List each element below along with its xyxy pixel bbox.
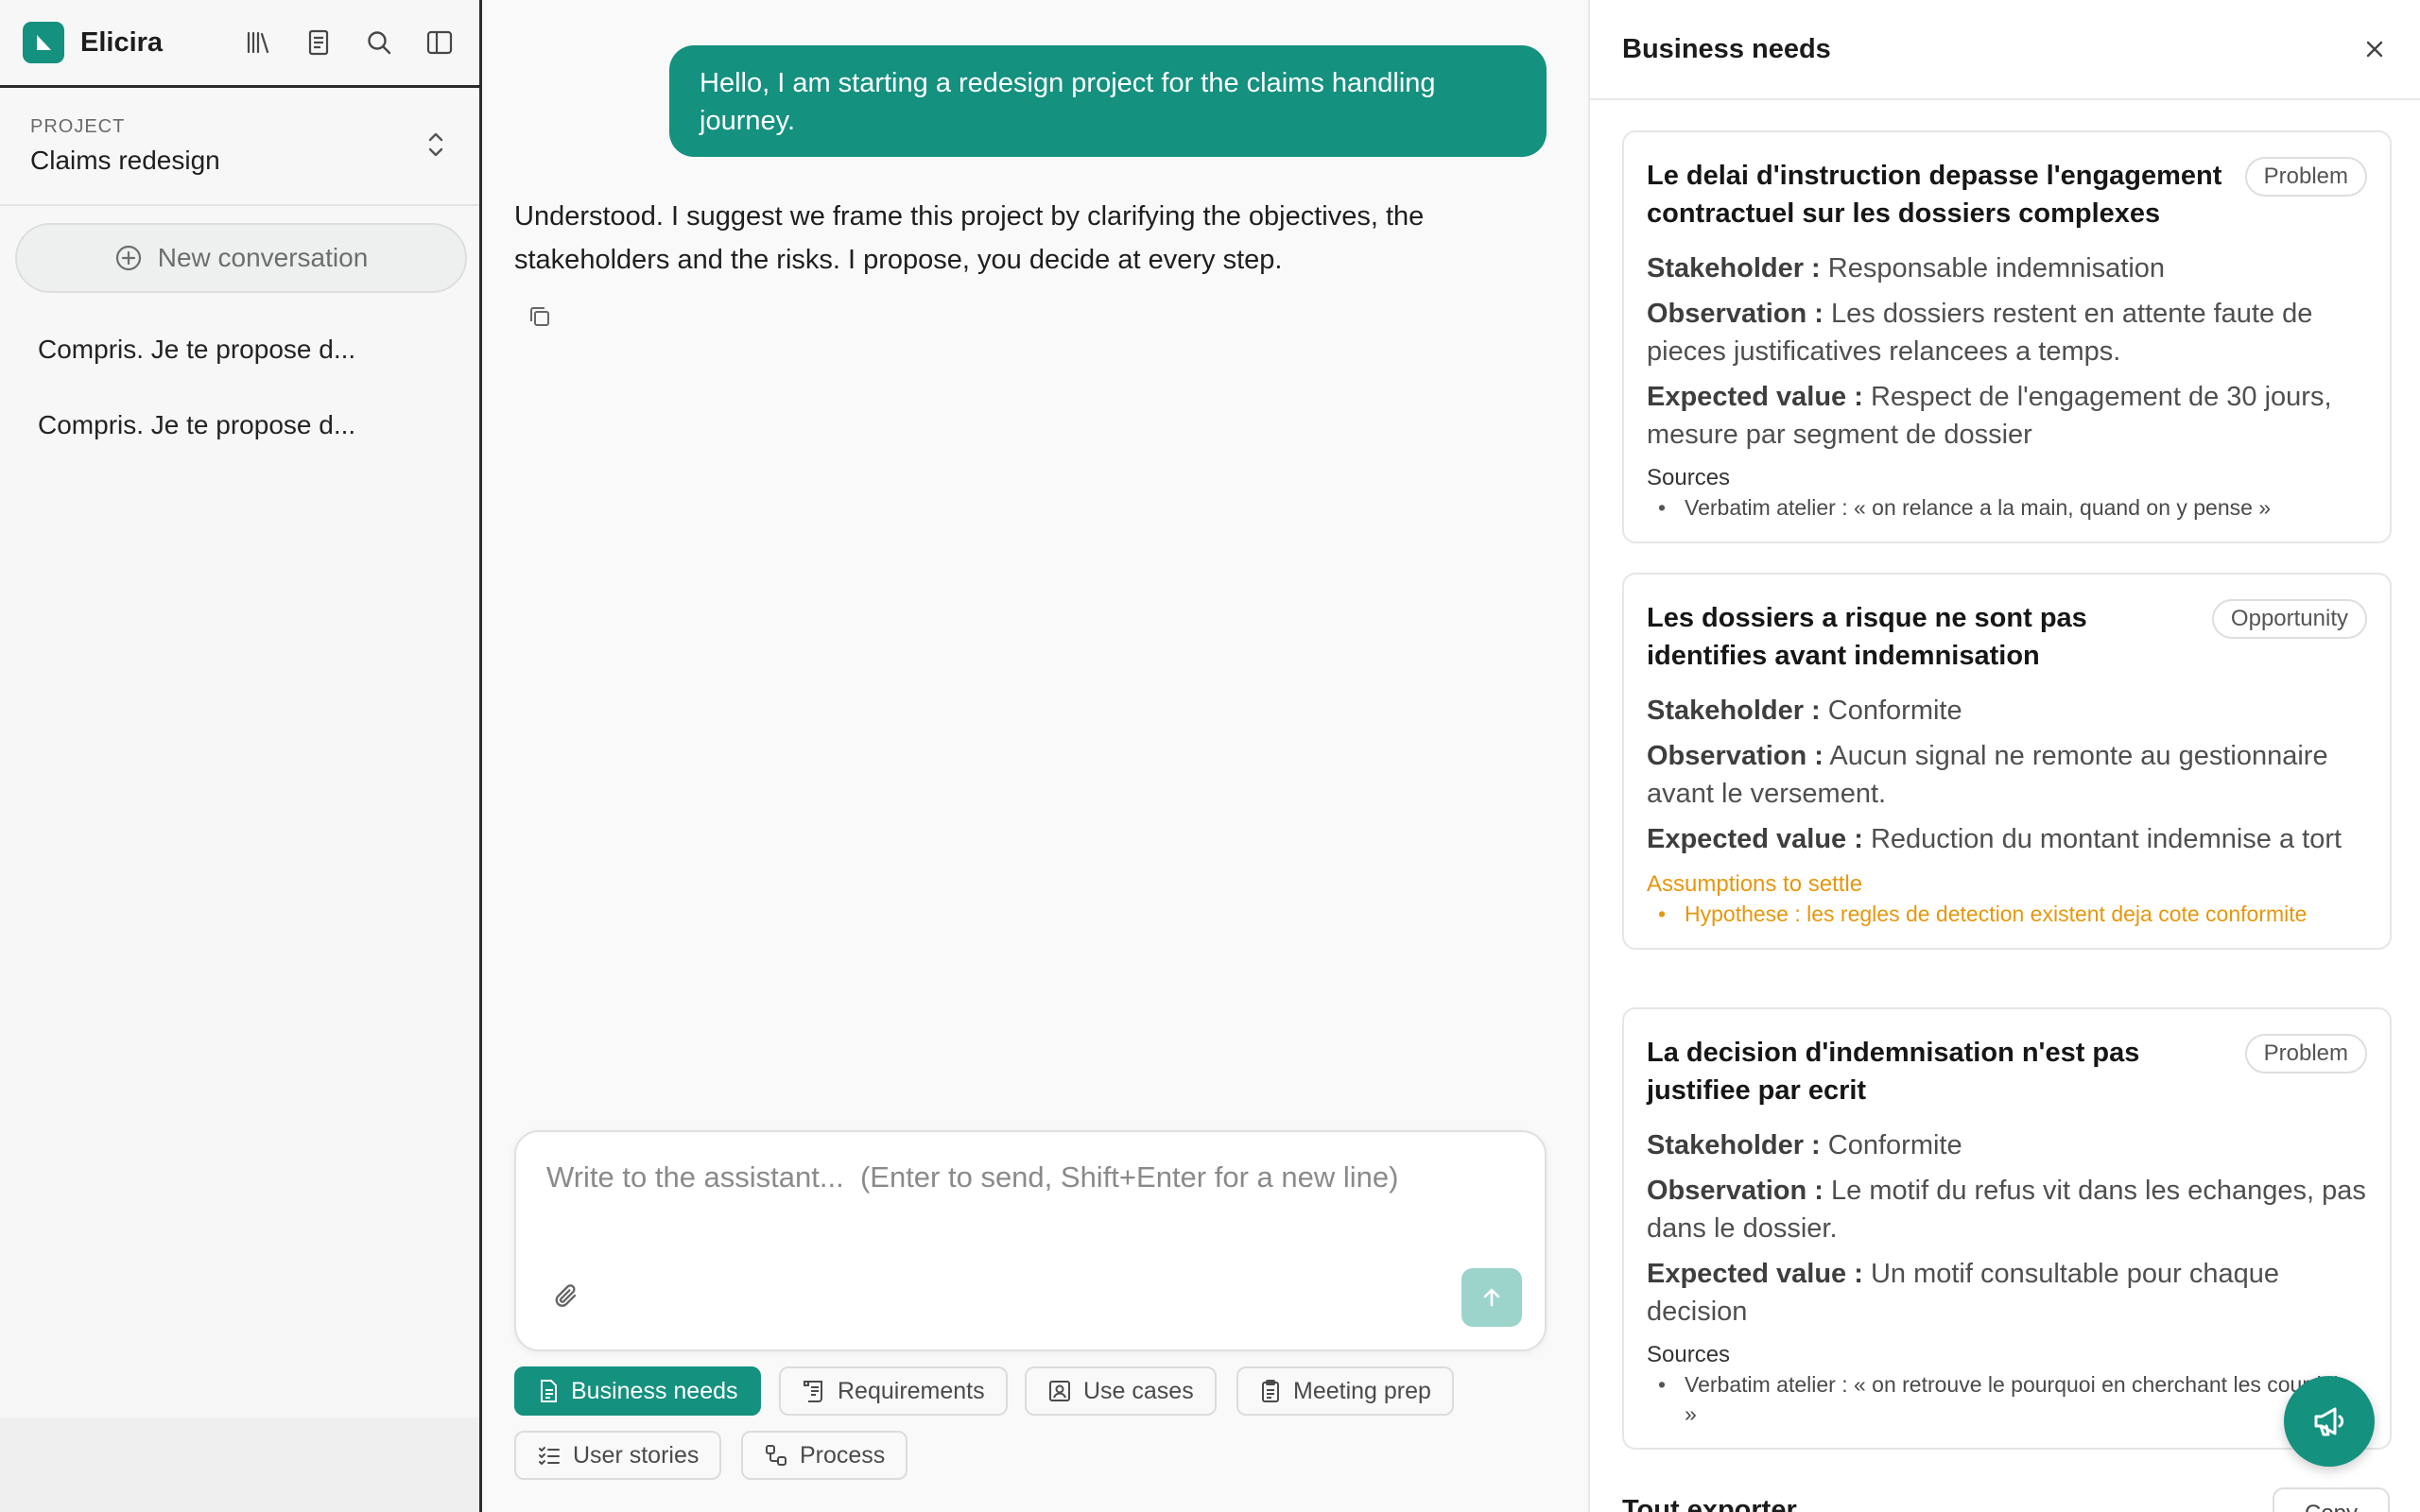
notes-icon[interactable] <box>303 27 334 58</box>
panel-header: Business needs <box>1590 0 2420 100</box>
user-card-icon <box>1049 1381 1070 1401</box>
card-title: Les dossiers a risque ne sont pas identi… <box>1647 603 2087 671</box>
expected-value-field: Expected value : Respect de l'engagement… <box>1647 378 2367 454</box>
document-icon <box>541 1380 557 1402</box>
megaphone-icon <box>2314 1407 2344 1436</box>
field-key: Observation : <box>1647 1176 1824 1206</box>
expected-value-field: Expected value : Reduction du montant in… <box>1647 820 2367 858</box>
field-key: Expected value : <box>1647 824 1863 854</box>
card-title: La decision d'indemnisation n'est pas ju… <box>1647 1038 2140 1106</box>
chip-user-stories[interactable]: User stories <box>514 1431 722 1480</box>
chip-process[interactable]: Process <box>741 1431 908 1480</box>
message-input[interactable] <box>516 1132 1545 1274</box>
field-key: Expected value : <box>1647 382 1863 412</box>
expected-value-field: Expected value : Un motif consultable po… <box>1647 1255 2367 1331</box>
chip-label: Requirements <box>838 1377 985 1404</box>
user-message: Hello, I am starting a redesign project … <box>669 45 1547 157</box>
chat-area: Hello, I am starting a redesign project … <box>485 0 1588 1512</box>
new-conversation-label: New conversation <box>157 243 369 272</box>
new-conversation-button[interactable]: New conversation <box>15 223 467 293</box>
composer <box>514 1130 1547 1351</box>
field-key: Observation : <box>1647 299 1824 329</box>
app-logo <box>23 22 64 63</box>
conversation-item[interactable]: Compris. Je te propose d... <box>38 410 355 440</box>
chip-use-cases[interactable]: Use cases <box>1025 1366 1217 1416</box>
arrow-up-icon <box>1483 1288 1500 1307</box>
stakeholder-field: Stakeholder : Responsable indemnisation <box>1647 249 2367 287</box>
library-icon[interactable] <box>243 27 273 58</box>
close-icon[interactable] <box>2361 36 2388 62</box>
project-name: Claims redesign <box>30 146 220 175</box>
assumption-item: Hypothese : les regles de detection exis… <box>1647 900 2367 929</box>
observation-field: Observation : Le motif du refus vit dans… <box>1647 1172 2367 1247</box>
business-need-card: Les dossiers a risque ne sont pas identi… <box>1622 573 2392 950</box>
export-title: Tout exporter <box>1622 1495 1797 1512</box>
stakeholder-field: Stakeholder : Conformite <box>1647 1126 2367 1164</box>
chip-meeting-prep[interactable]: Meeting prep <box>1236 1366 1454 1416</box>
paperclip-icon[interactable] <box>552 1281 582 1312</box>
chip-label: Use cases <box>1083 1377 1194 1404</box>
chip-label: Meeting prep <box>1293 1377 1431 1404</box>
checklist-icon <box>539 1447 560 1466</box>
assumptions-label: Assumptions to settle <box>1647 871 1863 897</box>
status-badge: Problem <box>2244 157 2367 197</box>
field-value: Conformite <box>1827 1130 1962 1160</box>
field-key: Stakeholder : <box>1647 253 1821 284</box>
sidebar-footer <box>0 1418 479 1512</box>
assistant-message: Understood. I suggest we frame this proj… <box>514 201 1425 275</box>
status-badge: Opportunity <box>2211 599 2367 639</box>
sidebar: Elicira PROJECT Claims redesign New conv… <box>0 0 482 1512</box>
project-selector[interactable]: PROJECT Claims redesign <box>0 88 479 206</box>
chip-label: Business needs <box>571 1377 738 1404</box>
card-title: Le delai d'instruction depasse l'engagem… <box>1647 161 2222 229</box>
field-key: Stakeholder : <box>1647 1130 1821 1160</box>
observation-field: Observation : Aucun signal ne remonte au… <box>1647 737 2367 813</box>
plus-circle-icon <box>115 245 141 271</box>
clipboard-icon <box>1262 1380 1279 1402</box>
business-need-card: La decision d'indemnisation n'est pas ju… <box>1622 1007 2392 1450</box>
field-key: Observation : <box>1647 741 1824 771</box>
business-need-card: Le delai d'instruction depasse l'engagem… <box>1622 130 2392 543</box>
source-item: Verbatim atelier : « on relance a la mai… <box>1647 493 2367 523</box>
field-value: Responsable indemnisation <box>1827 253 2166 284</box>
observation-field: Observation : Les dossiers restent en at… <box>1647 295 2367 370</box>
business-needs-panel: Business needs Le delai d'instruction de… <box>1588 0 2420 1512</box>
chip-label: Process <box>800 1441 886 1469</box>
conversation-item[interactable]: Compris. Je te propose d... <box>38 335 355 365</box>
chevron-up-down-icon <box>424 129 447 160</box>
flow-icon <box>766 1445 786 1466</box>
send-button[interactable] <box>1461 1268 1522 1327</box>
copy-icon[interactable] <box>526 302 554 331</box>
toggle-sidebar-icon[interactable] <box>424 27 455 58</box>
field-value: Conformite <box>1827 696 1962 726</box>
sources-label: Sources <box>1647 465 1731 490</box>
project-label: PROJECT <box>30 116 126 137</box>
field-key: Stakeholder : <box>1647 696 1821 726</box>
chip-requirements[interactable]: Requirements <box>779 1366 1008 1416</box>
stakeholder-field: Stakeholder : Conformite <box>1647 692 2367 730</box>
feedback-button[interactable] <box>2284 1376 2375 1467</box>
search-icon[interactable] <box>364 27 394 58</box>
sources-label: Sources <box>1647 1342 1731 1367</box>
copy-button[interactable]: Copy <box>2273 1487 2390 1512</box>
field-value: Reduction du montant indemnise a tort <box>1870 824 2342 854</box>
app-name: Elicira <box>80 26 164 58</box>
chip-label: User stories <box>573 1441 700 1469</box>
source-item: Verbatim atelier : « on retrouve le pour… <box>1647 1370 2367 1429</box>
scroll-icon <box>804 1381 822 1402</box>
chip-business-needs[interactable]: Business needs <box>514 1366 761 1416</box>
sidebar-header: Elicira <box>0 0 479 88</box>
field-key: Expected value : <box>1647 1259 1863 1289</box>
status-badge: Problem <box>2244 1034 2367 1074</box>
panel-title: Business needs <box>1622 33 1831 64</box>
